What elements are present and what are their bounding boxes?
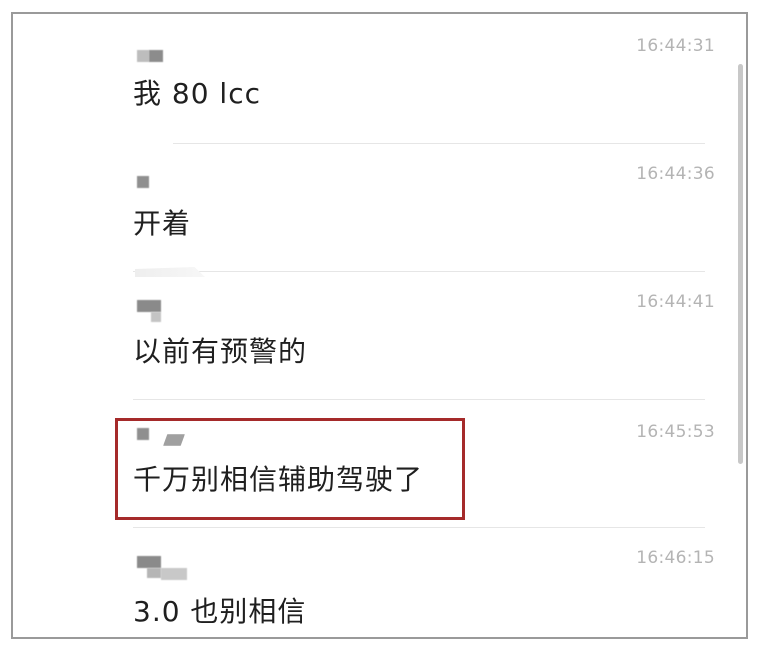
scrollbar[interactable] bbox=[738, 64, 743, 464]
chat-message-5[interactable]: 16:46:15 3.0 也别相信 bbox=[13, 528, 735, 637]
message-timestamp: 16:46:15 bbox=[636, 548, 715, 568]
message-timestamp: 16:44:41 bbox=[636, 292, 715, 312]
message-text: 以前有预警的 bbox=[133, 335, 308, 368]
message-text: 3.0 也别相信 bbox=[133, 595, 307, 628]
message-timestamp: 16:44:36 bbox=[636, 164, 715, 184]
highlight-box bbox=[115, 418, 465, 520]
chat-message-3[interactable]: 16:44:41 以前有预警的 bbox=[13, 272, 735, 400]
message-text: 开着 bbox=[133, 207, 192, 240]
message-text: 我 80 lcc bbox=[133, 77, 261, 110]
chat-message-1[interactable]: 16:44:31 我 80 lcc bbox=[13, 16, 735, 144]
message-timestamp: 16:45:53 bbox=[636, 422, 715, 442]
chat-message-2[interactable]: 16:44:36 开着 bbox=[13, 144, 735, 272]
message-timestamp: 16:44:31 bbox=[636, 36, 715, 56]
chat-window: 16:44:31 我 80 lcc 16:44:36 开着 16:44:41 以… bbox=[11, 12, 748, 639]
